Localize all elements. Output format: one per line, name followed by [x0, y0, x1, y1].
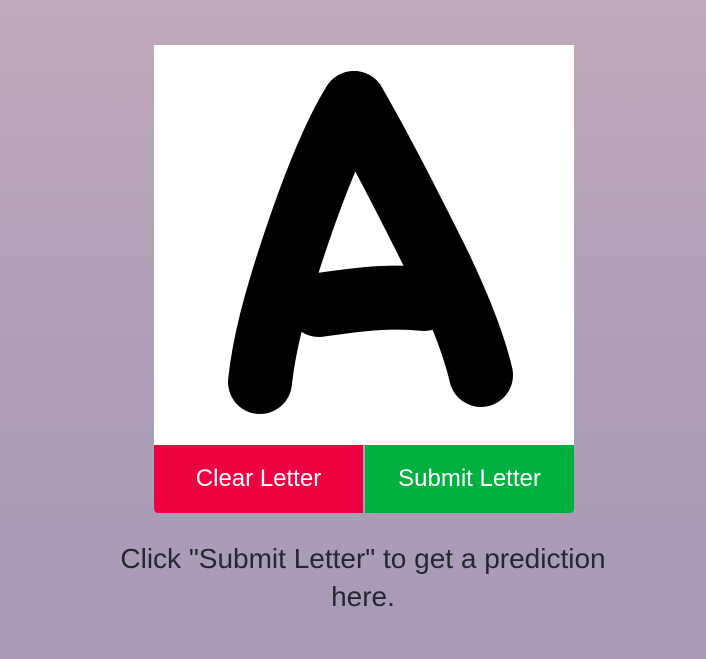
drawing-canvas[interactable]: [154, 45, 574, 445]
letter-stroke-left: [228, 71, 386, 414]
button-row: Clear Letter Submit Letter: [154, 445, 574, 513]
drawn-letter-strokes: [228, 71, 513, 414]
letter-stroke-crossbar: [287, 265, 456, 337]
submit-letter-button[interactable]: Submit Letter: [365, 445, 574, 513]
clear-letter-button[interactable]: Clear Letter: [154, 445, 363, 513]
letter-stroke-right: [322, 71, 513, 407]
prediction-text: Click "Submit Letter" to get a predictio…: [120, 543, 606, 612]
